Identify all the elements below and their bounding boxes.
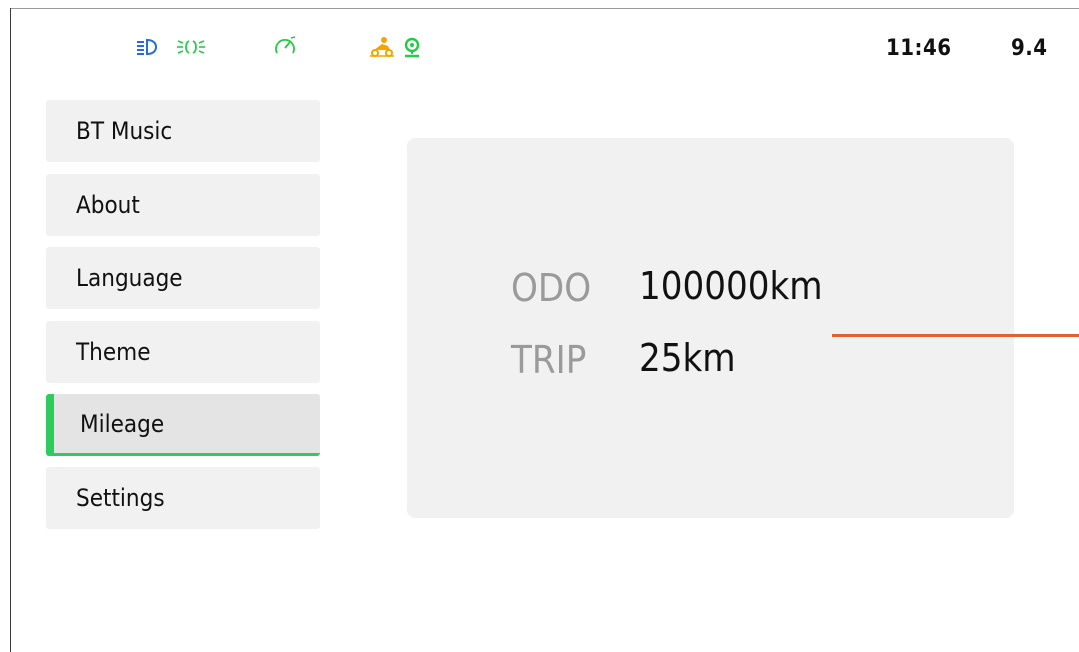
menu-item-bt-music[interactable]: BT Music	[46, 100, 320, 162]
trip-value: 25km	[639, 336, 736, 380]
low-beam-icon	[134, 36, 158, 58]
speedometer-icon	[273, 36, 297, 58]
clock-time: 11:46	[886, 36, 952, 61]
trip-label: TRIP	[511, 338, 587, 382]
frame-left-border	[10, 8, 11, 652]
motorcycle-icon	[368, 36, 396, 58]
menu-item-about[interactable]: About	[46, 174, 320, 236]
menu-item-theme[interactable]: Theme	[46, 321, 320, 383]
odo-label: ODO	[511, 266, 592, 310]
pointer-line	[832, 334, 1079, 337]
voltage-readout: 9.4	[1011, 36, 1048, 61]
gps-icon	[400, 36, 424, 58]
menu-item-language[interactable]: Language	[46, 247, 320, 309]
parking-light-icon	[176, 36, 206, 58]
menu-item-mileage[interactable]: Mileage	[46, 394, 320, 456]
mileage-panel: ODO 100000km TRIP 25km	[407, 138, 1014, 518]
odo-value: 100000km	[639, 264, 823, 308]
menu-item-settings[interactable]: Settings	[46, 467, 320, 529]
frame-top-border	[10, 8, 1079, 9]
